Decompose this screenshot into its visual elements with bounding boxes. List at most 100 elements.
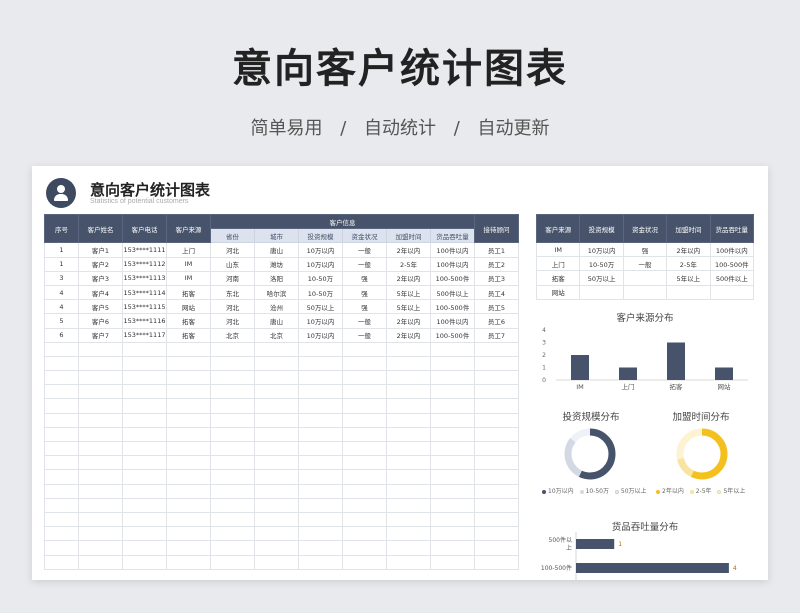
table-row: 网站 [535, 284, 755, 300]
sheet-title: 意向客户统计图表 [90, 181, 211, 199]
empty-cell [122, 511, 167, 528]
table-cell: IM [535, 241, 581, 258]
table-cell: 唐山 [254, 313, 299, 329]
empty-cell [430, 341, 475, 357]
empty-cell [44, 455, 79, 471]
table-row: 1 客户1 153****1111 上门 河北 唐山 10万以内 一般 2年以内 100件以内 员工… [44, 242, 519, 258]
empty-cell [386, 469, 431, 485]
table-cell: 拓客 [166, 284, 211, 301]
header-cell: 加盟时间 [666, 214, 711, 243]
empty-row [44, 497, 519, 513]
empty-cell [166, 384, 211, 400]
empty-cell [44, 526, 79, 542]
empty-cell [474, 526, 519, 542]
empty-cell [254, 511, 299, 528]
empty-row [44, 384, 519, 400]
empty-cell [122, 554, 167, 570]
empty-cell [44, 469, 79, 485]
empty-cell [342, 554, 387, 570]
join-time-donut-chart [676, 428, 728, 480]
table-cell: 100-500件 [709, 256, 755, 272]
empty-cell [210, 370, 255, 386]
empty-cell [342, 355, 387, 372]
empty-cell [342, 440, 387, 457]
empty-cell [254, 540, 299, 556]
user-icon [46, 178, 76, 208]
table-cell: 拓客 [535, 270, 581, 286]
hero-subtitle-part: 自动统计 [364, 118, 436, 139]
table-cell: 100件以内 [430, 313, 475, 329]
empty-cell [298, 540, 343, 556]
empty-cell [474, 341, 519, 357]
empty-cell [430, 455, 475, 471]
y-tick-label: 4 [542, 327, 546, 334]
bar [571, 355, 589, 380]
empty-cell [78, 398, 123, 414]
empty-cell [298, 355, 343, 372]
empty-cell [122, 469, 167, 485]
empty-cell [474, 426, 519, 443]
y-tick-label: 100-500件 [541, 564, 572, 572]
table-cell: 员工3 [474, 270, 519, 286]
table-cell: 2年以内 [386, 327, 431, 343]
empty-row [44, 412, 519, 428]
empty-cell [254, 341, 299, 357]
table-cell: 500件以上 [709, 270, 755, 286]
empty-cell [166, 370, 211, 386]
empty-cell [210, 497, 255, 513]
investment-legend: 10万以内 10-50万 50万以上 [542, 486, 651, 495]
table-cell: 客户5 [78, 299, 123, 315]
table-cell: 153****1117 [122, 327, 167, 343]
empty-row [44, 554, 519, 570]
header-cell: 客户姓名 [78, 213, 123, 244]
empty-cell [44, 497, 79, 513]
header-cell: 接待顾问 [474, 213, 519, 244]
table-cell: 强 [342, 284, 387, 301]
empty-cell [298, 398, 343, 414]
empty-cell [254, 412, 299, 428]
empty-cell [430, 384, 475, 400]
table-cell: 10万以内 [298, 242, 343, 258]
bar [619, 367, 637, 380]
y-tick-label: 3 [542, 340, 546, 347]
empty-cell [166, 455, 211, 471]
empty-cell [254, 497, 299, 513]
table-cell: 5 [44, 313, 79, 329]
empty-cell [342, 497, 387, 513]
bar [715, 367, 733, 380]
table-row: 4 客户5 153****1115 网站 河北 沧州 50万以上强 5年以上 100-500件员… [44, 299, 519, 315]
legend-label: 10-50万 [585, 488, 609, 495]
hero-title: 意向客户统计图表 [232, 46, 568, 92]
sub-header-cell: 省份 [210, 228, 255, 244]
empty-cell [166, 469, 211, 485]
empty-cell [122, 398, 167, 414]
empty-cell [122, 526, 167, 542]
empty-cell [78, 341, 123, 357]
empty-row [44, 355, 519, 372]
empty-cell [166, 398, 211, 414]
empty-cell [298, 426, 343, 443]
table-cell: 4 [44, 284, 79, 301]
empty-cell [254, 483, 299, 499]
empty-cell [78, 469, 123, 485]
table-cell: 东北 [210, 284, 255, 301]
empty-cell [386, 384, 431, 400]
empty-cell [78, 497, 123, 513]
empty-cell [386, 426, 431, 443]
table-cell: IM [166, 270, 211, 286]
bar [576, 539, 615, 549]
table-row: 3 客户3 153****1113 IM 河南 洛阳 10-50万强 2年以内 100-500件… [44, 270, 519, 286]
table-cell: 5年以上 [386, 284, 431, 301]
sub-header-cell: 加盟时间 [386, 228, 431, 244]
table-cell: 上门 [535, 256, 581, 272]
empty-cell [166, 554, 211, 570]
table-cell: 一般 [342, 313, 387, 329]
table-cell: 哈尔滨 [254, 284, 299, 301]
table-cell: 客户1 [78, 242, 123, 258]
empty-row [44, 440, 519, 457]
empty-cell [430, 497, 475, 513]
customer-table: 序号 客户姓名 客户电话 客户来源 客户信息 接待顾问 省份 城市 投资规模 资… [44, 213, 519, 570]
empty-cell [430, 526, 475, 542]
empty-cell [44, 355, 79, 372]
chart-title: 加盟时间分布 [672, 412, 730, 423]
